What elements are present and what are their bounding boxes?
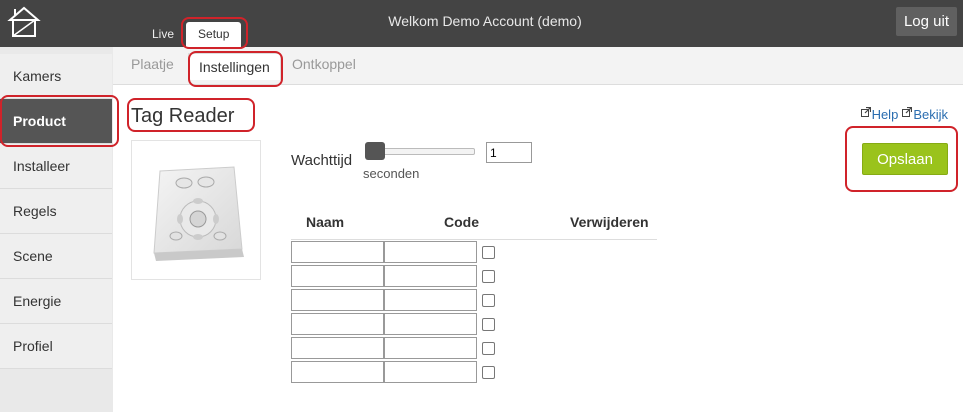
subtabs: Plaatje Instellingen Ontkoppel [113,47,963,85]
external-link-icon [902,107,913,117]
main-panel: Plaatje Instellingen Ontkoppel Tag Reade… [113,47,963,412]
help-links: Help Bekijk [860,107,948,122]
top-bar: Live Setup Welkom Demo Account (demo) Lo… [0,0,963,47]
remove-checkbox[interactable] [482,318,495,331]
save-button[interactable]: Opslaan [862,143,948,175]
remove-checkbox[interactable] [482,270,495,283]
wachttijd-label: Wachttijd [291,152,353,169]
remove-checkbox[interactable] [482,294,495,307]
code-input[interactable] [384,289,477,311]
tab-setup[interactable]: Setup [186,22,242,47]
product-image [131,140,261,280]
sidebar-item-energie[interactable]: Energie [0,279,112,324]
remove-checkbox[interactable] [482,342,495,355]
subtab-plaatje[interactable]: Plaatje [131,56,174,72]
tab-live[interactable]: Live [140,22,186,47]
naam-input[interactable] [291,361,384,383]
code-input[interactable] [384,337,477,359]
sidebar-item-profiel[interactable]: Profiel [0,324,112,369]
view-link[interactable]: Bekijk [902,107,948,122]
naam-input[interactable] [291,289,384,311]
tag-table: Naam Code Verwijderen [291,212,657,240]
code-input[interactable] [384,241,477,263]
wachttijd-slider[interactable] [375,148,475,155]
code-input[interactable] [384,265,477,287]
subtab-ontkoppel[interactable]: Ontkoppel [292,56,356,72]
subtab-instellingen[interactable]: Instellingen [188,53,281,80]
help-link[interactable]: Help [860,107,899,122]
remove-checkbox[interactable] [482,246,495,259]
sidebar-item-product[interactable]: Product [0,99,112,144]
remove-checkbox[interactable] [482,366,495,379]
naam-input[interactable] [291,241,384,263]
wachttijd-input[interactable] [486,142,532,163]
home-logo-icon[interactable] [6,4,42,40]
top-tabs: Live Setup [140,22,242,47]
code-input[interactable] [384,313,477,335]
naam-input[interactable] [291,265,384,287]
table-header: Naam Code Verwijderen [291,212,657,240]
sidebar-item-regels[interactable]: Regels [0,189,112,234]
column-naam: Naam [306,214,345,230]
naam-input[interactable] [291,337,384,359]
page-title: Tag Reader [131,105,235,127]
column-code: Code [444,214,479,230]
wachttijd-slider-handle[interactable] [365,142,385,160]
external-link-icon [860,107,871,117]
logout-button[interactable]: Log uit [895,7,957,36]
help-label: Help [871,107,899,122]
welcome-title: Welkom Demo Account (demo) [388,13,582,29]
view-label: Bekijk [913,107,948,122]
seconds-label: seconden [363,166,420,181]
naam-input[interactable] [291,313,384,335]
sidebar-item-installeer[interactable]: Installeer [0,144,112,189]
code-input[interactable] [384,361,477,383]
tag-reader-device-icon [153,166,244,261]
column-verwijderen: Verwijderen [570,214,649,230]
sidebar-item-kamers[interactable]: Kamers [0,54,112,99]
sidebar-item-scene[interactable]: Scene [0,234,112,279]
sidebar: Kamers Product Installeer Regels Scene E… [0,54,112,369]
